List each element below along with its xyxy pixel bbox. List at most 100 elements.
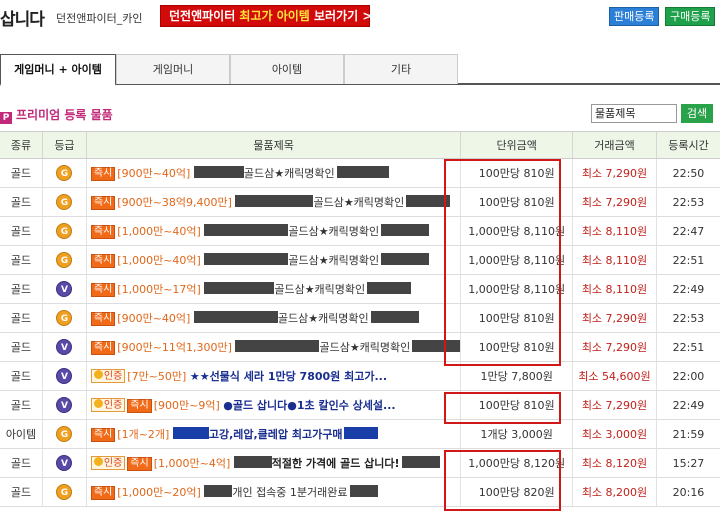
instant-badge: 즉시 [127,399,152,413]
listing-title[interactable]: 골드삼★캐릭명확인 [288,254,379,267]
table-row[interactable]: 골드 G 즉시 [900만~40억] 골드삼★캐릭명확인 100만당 810원 최소 7,… [0,303,720,333]
table-row[interactable]: 골드 G 즉시 [1,000만~40억] 골드삼★캐릭명확인 1,000만당 8,110… [0,216,720,246]
medal-icon [93,370,103,379]
gold-grade-icon: G [56,484,73,500]
redacted-text [235,195,314,207]
listing-title[interactable]: 골드삼★캐릭명확인 [313,196,404,209]
listing-title[interactable]: 골드삼★캐릭명확인 [319,341,410,354]
table-row[interactable]: 아이템 G 즉시 [1개~2개] 고강,레압,클레압 최고가구매 1개당 3,000원 최… [0,419,720,449]
listing-title[interactable]: 골드삼★캐릭명확인 [244,167,335,180]
cell-reg-time: 22:49 [655,390,720,420]
table-header-row: 종류 등급 물품제목 단위금액 거래금액 등록시간 [0,131,720,159]
cell-trade-price: 최소 54,600원 [572,361,657,391]
listing-title[interactable]: 골드삼★캐릭명확인 [288,225,379,238]
cell-title[interactable]: 즉시 [1개~2개] 고강,레압,클레압 최고가구매 [85,419,461,449]
table-row[interactable]: 골드 V 즉시 [900만~11억1,300만] 골드삼★캐릭명확인 100만당 810… [0,332,720,362]
banner-highlight: 최고가 아이템 [239,9,310,23]
gold-grade-icon: G [56,426,73,442]
redacted-text [349,485,378,497]
tab-etc[interactable]: 기타 [344,54,458,84]
instant-badge: 즉시 [90,225,116,239]
cell-title[interactable]: 즉시 [900만~38억9,400만] 골드삼★캐릭명확인 [85,187,461,217]
search-field-select[interactable]: 물품제목 [591,104,677,123]
listing-title[interactable]: 적절한 가격에 골드 삽니다! [272,457,400,470]
col-trade-price: 거래금액 [572,131,657,159]
search-button[interactable]: 검색 [681,104,713,123]
vip-grade-icon: V [56,397,73,413]
cell-reg-time: 21:59 [655,419,720,449]
table-row[interactable]: 골드 V 즉시 [1,000만~17억] 골드삼★캐릭명확인 1,000만당 8,110… [0,274,720,304]
cell-type: 골드 [0,477,43,507]
premium-label: 프리미엄 등록 물품 [16,108,113,122]
col-title: 물품제목 [85,131,461,159]
quantity-range: [1,000만~40억] [117,225,201,238]
table-row[interactable]: 골드 G 즉시 [900만~40억] 골드삼★캐릭명확인 100만당 810원 최소 7,… [0,158,720,188]
cell-title[interactable]: 즉시 [1,000만~40억] 골드삼★캐릭명확인 [85,216,461,246]
cell-grade: V [42,361,87,391]
listing-title[interactable]: ●골드 삽니다●1초 칼인수 상세설... [223,399,395,412]
register-buy-button[interactable]: 구매등록 [665,7,716,26]
cell-title[interactable]: 인증 즉시 [900만~9억] ●골드 삽니다●1초 칼인수 상세설... [85,390,461,420]
redacted-text [233,456,272,468]
cell-title[interactable]: 즉시 [900만~40억] 골드삼★캐릭명확인 [85,158,461,188]
cell-type: 골드 [0,245,43,275]
cell-type: 골드 [0,187,43,217]
vip-grade-icon: V [56,281,73,297]
cell-trade-price: 최소 7,290원 [572,158,657,188]
cell-grade: G [42,303,87,333]
cell-type: 골드 [0,158,43,188]
tab-item[interactable]: 아이템 [230,54,344,84]
register-sell-button[interactable]: 판매등록 [609,7,660,26]
cell-title[interactable]: 즉시 [1,000만~40억] 골드삼★캐릭명확인 [85,245,461,275]
tab-money-and-item[interactable]: 게임머니 + 아이템 [0,54,116,86]
redacted-text [235,340,320,352]
cell-title[interactable]: 즉시 [1,000만~20억] 개인 접속중 1분거래완료 [85,477,461,507]
cell-type: 골드 [0,448,43,478]
table-row[interactable]: 골드 G 즉시 [1,000만~40억] 골드삼★캐릭명확인 1,000만당 8,110… [0,245,720,275]
badge-label: 즉시 [93,342,113,353]
cell-title[interactable]: 즉시 [900만~40억] 골드삼★캐릭명확인 [85,303,461,333]
instant-badge: 즉시 [90,283,116,297]
quantity-range: [1,000만~4억] [153,457,231,470]
col-reg-time: 등록시간 [655,131,720,159]
listing-title[interactable]: ★★선물식 세라 1만당 7800원 최고가... [190,370,387,383]
certified-badge: 인증 [90,398,126,412]
highlight-box-3 [444,450,561,511]
table-row[interactable]: 골드 G 즉시 [1,000만~20억] 개인 접속중 1분거래완료 100만당 820… [0,477,720,507]
cell-reg-time: 22:51 [655,245,720,275]
listing-title[interactable]: 골드삼★캐릭명확인 [274,283,365,296]
cell-reg-time: 22:47 [655,216,720,246]
table-row[interactable]: 골드 V 인증 [7만~50만] ★★선물식 세라 1만당 7800원 최고가... 1… [0,361,720,391]
redacted-text [193,311,278,323]
cell-type: 골드 [0,390,43,420]
top-price-banner[interactable]: 던전앤파이터 최고가 아이템 보러가기 > [160,5,372,27]
cell-title[interactable]: 즉시 [900만~11억1,300만] 골드삼★캐릭명확인 [85,332,461,362]
badge-label: 인증 [103,371,123,382]
redacted-text [344,427,379,439]
tab-game-money[interactable]: 게임머니 [116,54,230,84]
listing-title[interactable]: 개인 접속중 1분거래완료 [232,486,347,499]
cell-trade-price: 최소 8,120원 [572,448,657,478]
cell-trade-price: 최소 8,200원 [572,477,657,507]
gold-grade-icon: G [56,223,73,239]
highlight-box-1 [444,159,561,366]
top-bar: 삽니다 던전앤파이터_카인 던전앤파이터 최고가 아이템 보러가기 > 판매등록… [0,0,720,32]
cell-reg-time: 15:27 [655,448,720,478]
table-row[interactable]: 골드 V 인증 즉시 [900만~9억] ●골드 삽니다●1초 칼인수 상세설... 10… [0,390,720,420]
cell-grade: G [42,158,87,188]
gold-grade-icon: G [56,194,73,210]
redacted-text [381,253,430,265]
page-title: 삽니다 [0,10,45,30]
cell-title[interactable]: 인증 [7만~50만] ★★선물식 세라 1만당 7800원 최고가... [85,361,461,391]
cell-reg-time: 22:50 [655,158,720,188]
listing-title[interactable]: 골드삼★캐릭명확인 [278,312,369,325]
premium-section-title: P 프리미엄 등록 물품 [0,106,113,124]
certified-badge: 인증 [90,456,126,470]
table-row[interactable]: 골드 V 인증 즉시 [1,000만~4억] 적절한 가격에 골드 삽니다! 1,000만… [0,448,720,478]
listing-title[interactable]: 고강,레압,클레압 최고가구매 [209,428,343,441]
cell-title[interactable]: 즉시 [1,000만~17억] 골드삼★캐릭명확인 [85,274,461,304]
table-row[interactable]: 골드 G 즉시 [900만~38억9,400만] 골드삼★캐릭명확인 100만당 810… [0,187,720,217]
cell-title[interactable]: 인증 즉시 [1,000만~4억] 적절한 가격에 골드 삽니다! [85,448,461,478]
vip-grade-icon: V [56,455,73,471]
badge-label: 즉시 [93,284,113,295]
